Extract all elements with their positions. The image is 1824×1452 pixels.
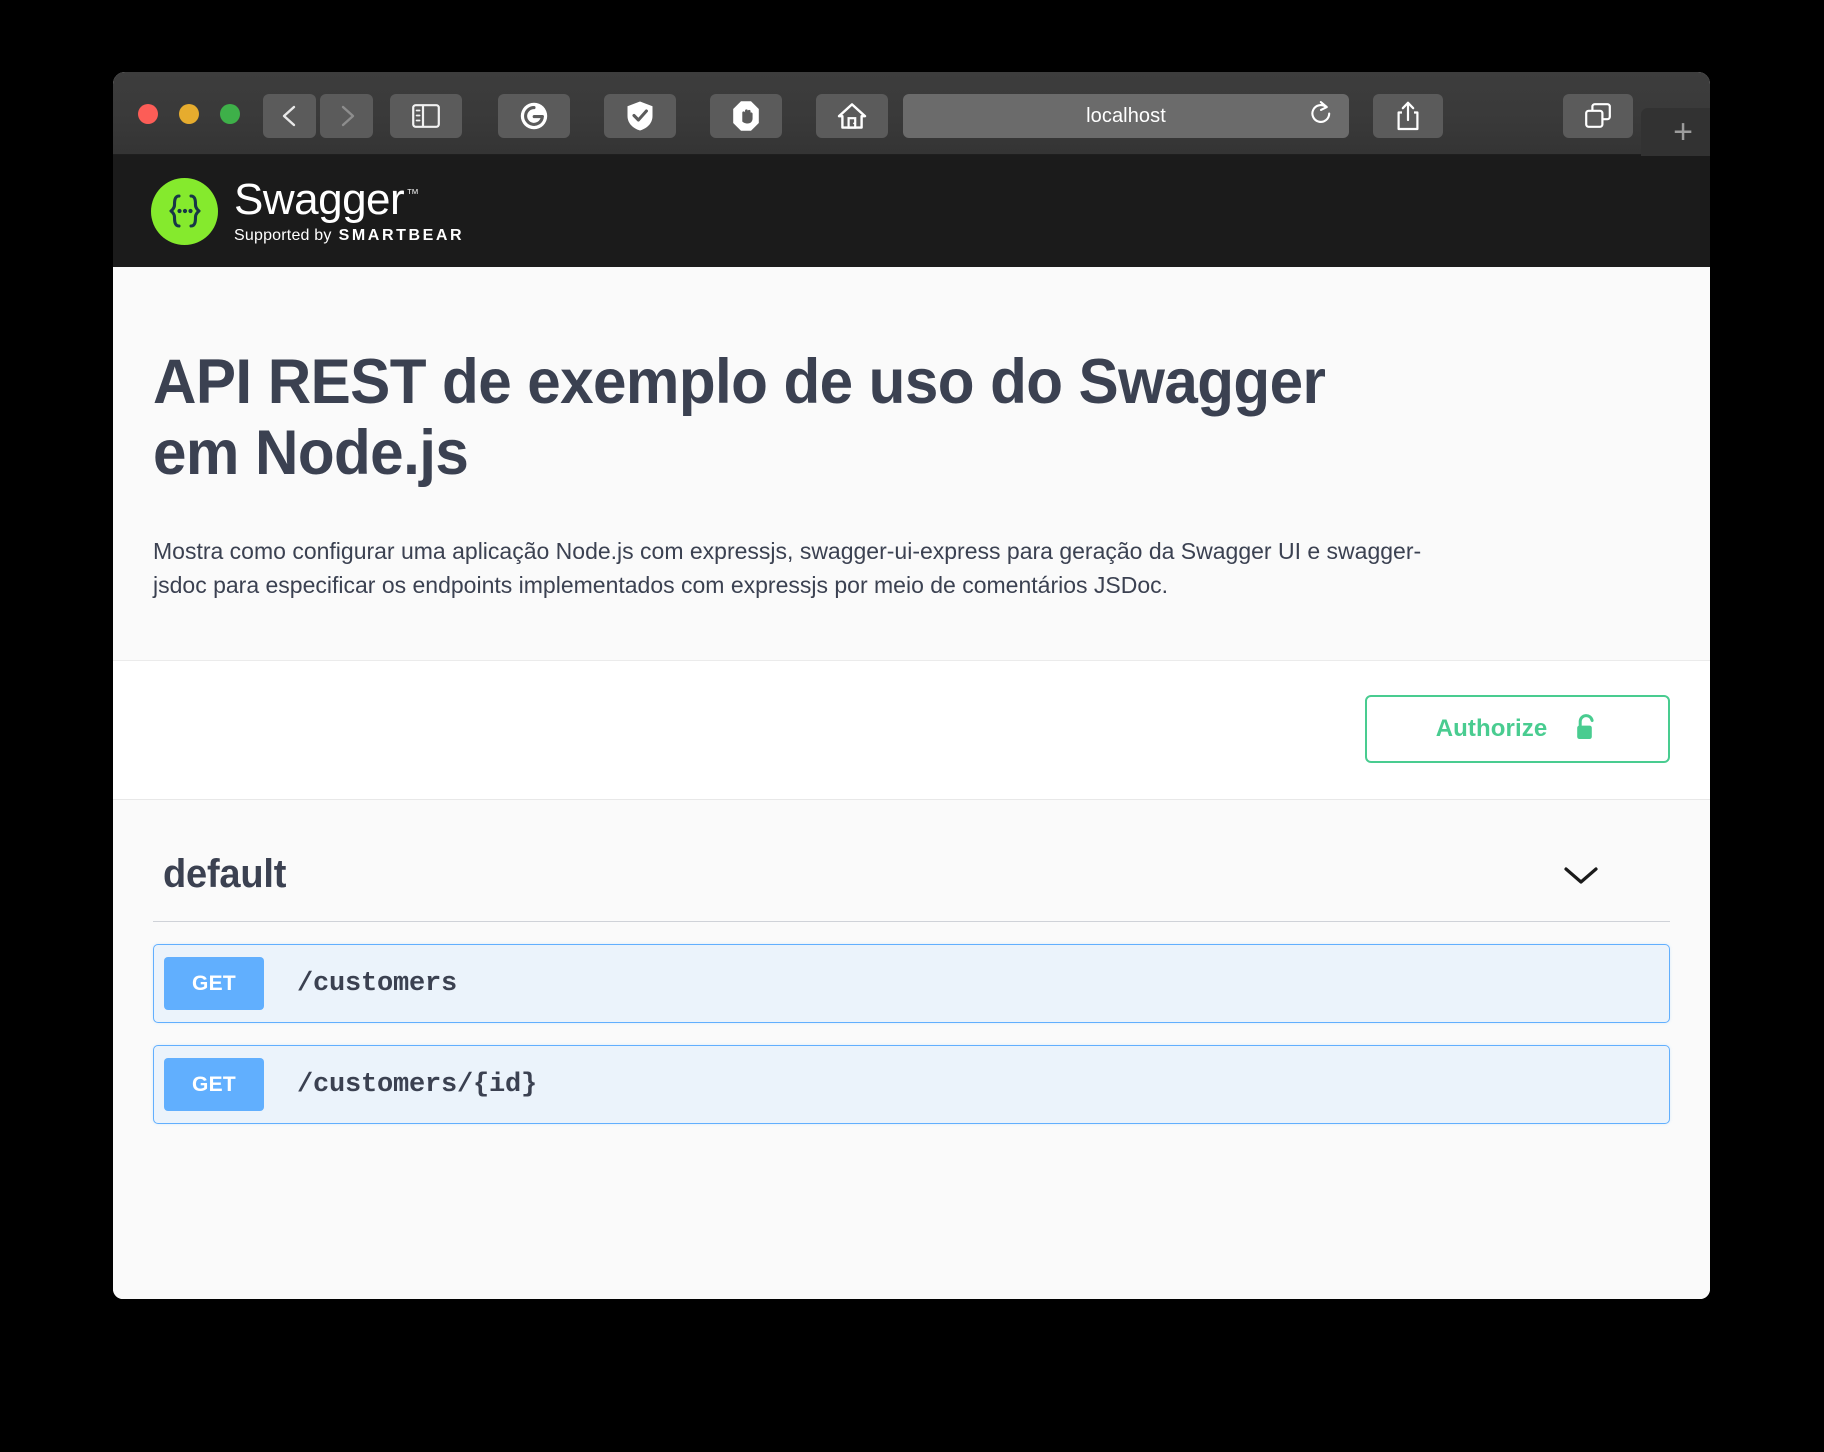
tabs-icon xyxy=(1583,102,1613,130)
operation-path: /customers/{id} xyxy=(297,1069,538,1100)
operations-section: default GET /customers GET /customers/{i… xyxy=(113,800,1710,1125)
swagger-wordmark-column: Swagger ™ Supported by SMARTBEAR xyxy=(234,174,464,245)
sidebar-toggle-button[interactable] xyxy=(390,94,462,138)
plus-icon: + xyxy=(1673,113,1693,151)
home-icon xyxy=(837,102,867,130)
home-button[interactable] xyxy=(816,94,888,138)
operation-row[interactable]: GET /customers xyxy=(153,944,1670,1024)
address-bar[interactable]: localhost xyxy=(903,94,1349,138)
tag-name: default xyxy=(163,852,287,897)
chevron-right-icon xyxy=(336,103,358,129)
url-text: localhost xyxy=(1086,104,1166,127)
supported-by-label: Supported by xyxy=(234,226,332,244)
grammarly-extension-button[interactable] xyxy=(498,94,570,138)
swagger-logo[interactable]: Swagger ™ Supported by SMARTBEAR xyxy=(151,174,464,245)
back-button[interactable] xyxy=(263,94,316,138)
swagger-topbar: Swagger ™ Supported by SMARTBEAR xyxy=(113,155,1710,267)
new-tab-button[interactable]: + xyxy=(1641,108,1710,156)
http-method-badge: GET xyxy=(164,1058,264,1112)
minimize-window-button[interactable] xyxy=(179,104,199,124)
maximize-window-button[interactable] xyxy=(220,104,240,124)
http-method-badge: GET xyxy=(164,957,264,1011)
operation-row[interactable]: GET /customers/{id} xyxy=(153,1045,1670,1125)
browser-window: localhost + Swagger ™ Supported by SMART… xyxy=(113,72,1710,1299)
chevron-left-icon xyxy=(279,103,301,129)
supported-by-row: Supported by SMARTBEAR xyxy=(234,227,464,245)
operation-path: /customers xyxy=(297,968,458,999)
authorize-bar: Authorize xyxy=(113,661,1710,801)
authorize-label: Authorize xyxy=(1435,715,1548,743)
share-button[interactable] xyxy=(1373,94,1443,138)
chevron-down-icon[interactable] xyxy=(1562,863,1600,887)
navigation-buttons xyxy=(263,94,373,138)
sidebar-icon xyxy=(412,104,440,128)
shield-check-icon xyxy=(625,100,655,132)
tag-header-default[interactable]: default xyxy=(153,834,1670,923)
hand-stop-icon xyxy=(732,100,760,132)
browser-toolbar: localhost + xyxy=(113,72,1710,156)
forward-button[interactable] xyxy=(320,94,373,138)
swagger-braces-icon xyxy=(151,177,218,245)
swagger-ui-body: API REST de exemplo de uso do Swagger em… xyxy=(113,267,1710,1299)
tabs-overview-button[interactable] xyxy=(1563,94,1633,138)
authorize-button[interactable]: Authorize xyxy=(1365,695,1670,764)
adblock-extension-button[interactable] xyxy=(710,94,782,138)
unlock-icon xyxy=(1573,712,1599,747)
swagger-word: Swagger xyxy=(234,174,405,224)
page-title: API REST de exemplo de uso do Swagger em… xyxy=(153,347,1326,488)
trademark-symbol: ™ xyxy=(406,185,419,201)
api-description: Mostra como configurar uma aplicação Nod… xyxy=(153,538,1422,599)
smartbear-label: SMARTBEAR xyxy=(338,226,465,244)
grammarly-icon xyxy=(519,101,549,131)
traffic-lights xyxy=(138,104,240,124)
shield-extension-button[interactable] xyxy=(604,94,676,138)
reload-icon[interactable] xyxy=(1309,101,1333,132)
share-icon xyxy=(1395,101,1421,131)
swagger-wordmark-text: Swagger ™ xyxy=(234,174,464,224)
api-info-block: API REST de exemplo de uso do Swagger em… xyxy=(113,267,1710,662)
close-window-button[interactable] xyxy=(138,104,158,124)
